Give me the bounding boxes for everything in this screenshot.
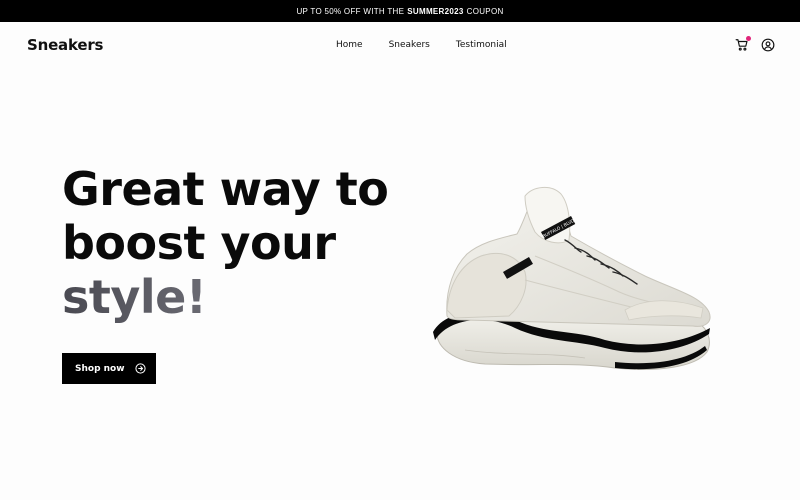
hero-heading-line-2: boost your	[62, 216, 336, 270]
nav-link-testimonial[interactable]: Testimonial	[456, 40, 507, 50]
nav-link-sneakers[interactable]: Sneakers	[389, 40, 430, 50]
user-circle-icon[interactable]	[761, 38, 775, 52]
promo-coupon-code: SUMMER2023	[407, 6, 464, 16]
hero-heading-line-1: Great way to	[62, 162, 389, 216]
main-nav: Home Sneakers Testimonial	[336, 40, 507, 50]
promo-banner: UP TO 50% OFF WITH THE SUMMER2023 COUPON	[0, 0, 800, 22]
shopping-cart-icon[interactable]	[735, 36, 751, 52]
sneaker-product-image: BUFFALO | BLVD	[433, 187, 711, 370]
hero-heading-accent: style!	[62, 270, 422, 324]
navbar: Sneakers Home Sneakers Testimonial	[0, 22, 800, 70]
promo-text-suffix: COUPON	[466, 6, 504, 16]
brand-logo[interactable]: Sneakers	[27, 36, 103, 54]
shop-now-button[interactable]: Shop now	[62, 353, 156, 384]
nav-link-home[interactable]: Home	[336, 40, 363, 50]
cart-badge	[746, 36, 751, 41]
promo-text-prefix: UP TO 50% OFF WITH THE	[296, 6, 405, 16]
arrow-right-circle-icon	[135, 363, 146, 374]
hero-heading: Great way to boost your style!	[62, 162, 422, 324]
shop-now-label: Shop now	[75, 363, 125, 374]
nav-icons	[735, 36, 775, 52]
